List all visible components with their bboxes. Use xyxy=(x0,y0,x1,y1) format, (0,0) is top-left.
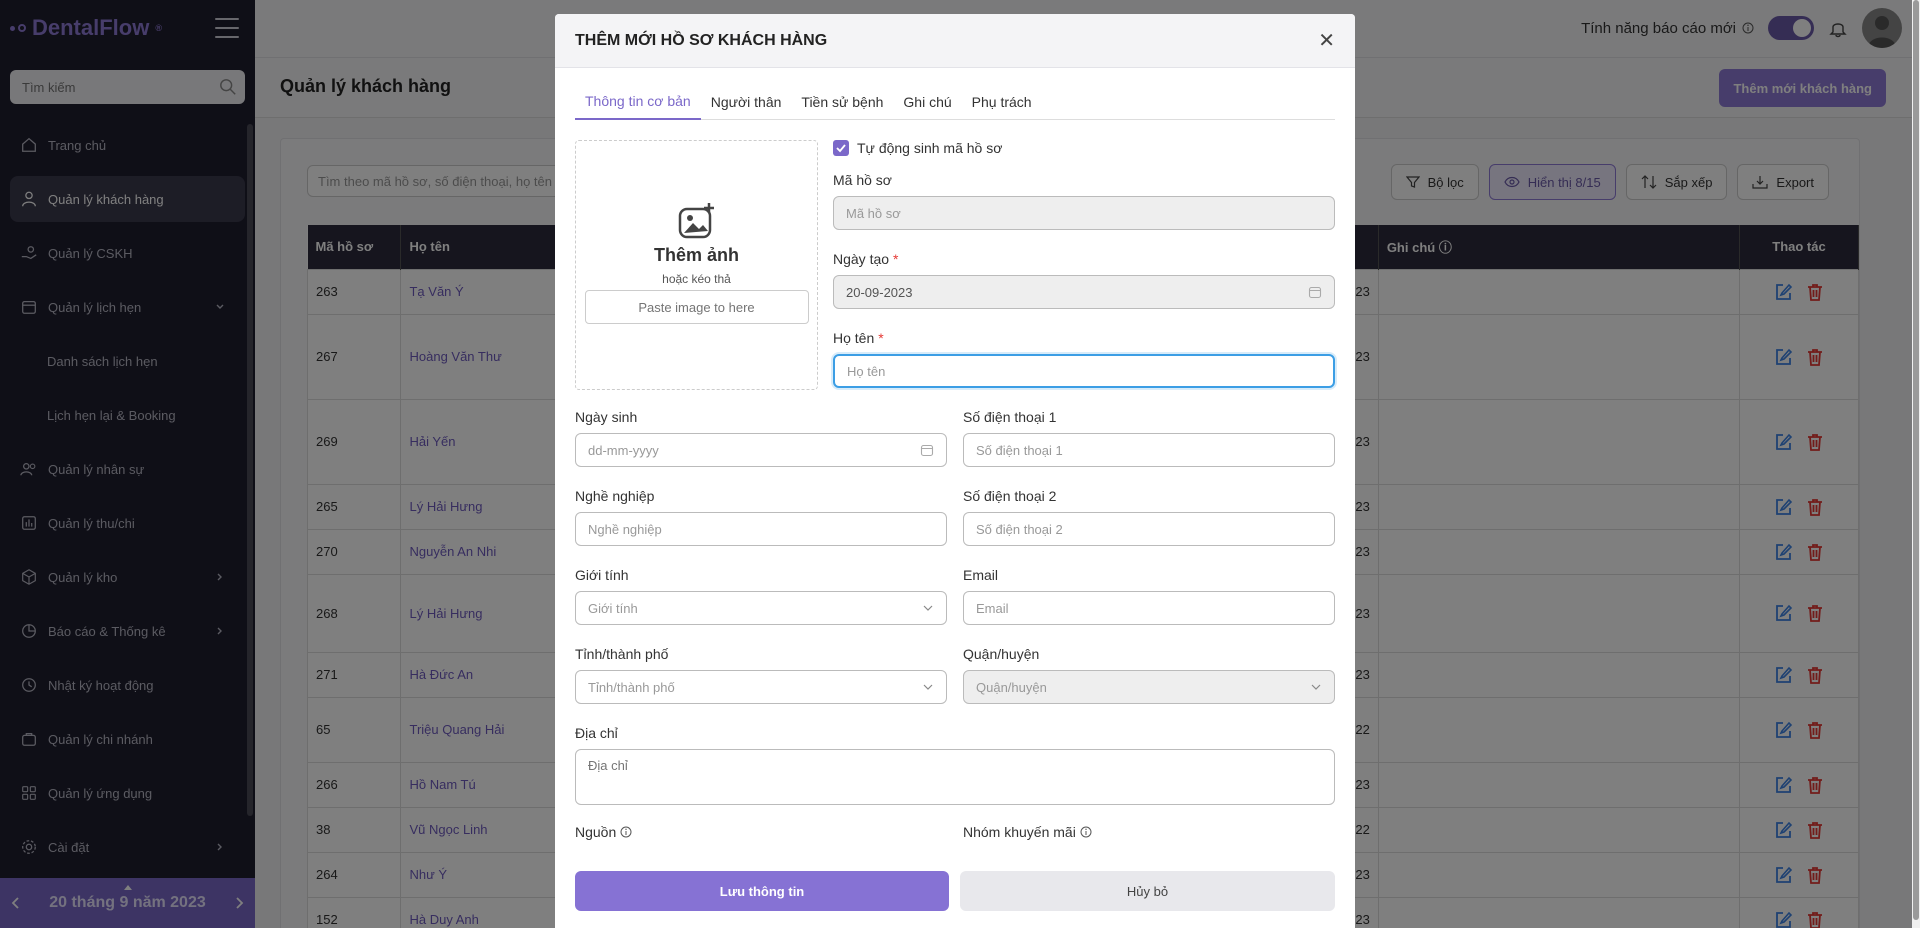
created-date-input[interactable]: 20-09-2023 xyxy=(833,275,1335,309)
address-label: Địa chỉ xyxy=(575,725,618,741)
created-label: Ngày tạo xyxy=(833,251,890,267)
gender-placeholder: Giới tính xyxy=(588,600,638,616)
modal-tabs: Thông tin cơ bản Người thân Tiền sử bệnh… xyxy=(575,84,1335,120)
created-date-value: 20-09-2023 xyxy=(846,284,913,300)
address-input[interactable] xyxy=(575,749,1335,805)
modal-title: THÊM MỚI HỒ SƠ KHÁCH HÀNG xyxy=(575,31,828,49)
page-scrollbar[interactable] xyxy=(1912,0,1920,928)
auto-code-label: Tự động sinh mã hồ sơ xyxy=(857,140,1003,156)
gender-label: Giới tính xyxy=(575,567,629,583)
chevron-down-icon xyxy=(923,605,933,611)
field-code: Mã hồ sơ Mã hồ sơ xyxy=(833,172,1335,230)
city-placeholder: Tỉnh/thành phố xyxy=(588,679,675,695)
gender-select[interactable]: Giới tính xyxy=(575,591,947,625)
upload-title: Thêm ảnh xyxy=(653,245,739,265)
paste-image-input[interactable] xyxy=(584,290,809,324)
cancel-button[interactable]: Hủy bỏ xyxy=(960,871,1335,911)
promo-label: Nhóm khuyến mãi xyxy=(963,824,1076,840)
field-city: Tỉnh/thành phố Tỉnh/thành phố xyxy=(575,646,947,704)
auto-code-checkbox[interactable]: Tự động sinh mã hồ sơ xyxy=(833,140,1002,156)
chevron-down-icon xyxy=(923,684,933,690)
source-label: Nguồn xyxy=(575,824,617,840)
field-district: Quận/huyện Quận/huyện xyxy=(963,646,1335,704)
job-label: Nghề nghiệp xyxy=(575,488,655,504)
field-promo: Nhóm khuyến mãi xyxy=(963,824,1335,848)
district-label: Quận/huyện xyxy=(963,646,1040,662)
field-gender: Giới tính Giới tính xyxy=(575,567,947,625)
field-phone2: Số điện thoại 2 Số điện thoại 2 xyxy=(963,488,1335,546)
upload-subtitle: hoặc kéo thả xyxy=(662,272,731,286)
district-select[interactable]: Quận/huyện xyxy=(963,670,1335,704)
chevron-down-icon xyxy=(1311,684,1321,690)
field-created: Ngày tạo * 20-09-2023 xyxy=(833,251,1335,309)
modal-footer: Lưu thông tin Hủy bỏ xyxy=(555,857,1355,928)
tab-relatives[interactable]: Người thân xyxy=(701,84,792,120)
calendar-icon[interactable] xyxy=(920,443,934,457)
dob-placeholder: dd-mm-yyyy xyxy=(588,442,659,458)
image-upload-area[interactable]: Thêm ảnh hoặc kéo thả xyxy=(575,140,818,390)
field-source: Nguồn xyxy=(575,824,947,848)
email-input[interactable]: Email xyxy=(963,591,1335,625)
code-input[interactable]: Mã hồ sơ xyxy=(833,196,1335,230)
save-button[interactable]: Lưu thông tin xyxy=(575,871,949,911)
field-job: Nghề nghiệp Nghề nghiệp xyxy=(575,488,947,546)
tab-basic-info[interactable]: Thông tin cơ bản xyxy=(575,84,701,120)
info-icon xyxy=(1080,826,1092,838)
field-email: Email Email xyxy=(963,567,1335,625)
add-image-icon xyxy=(678,203,714,239)
dob-input[interactable]: dd-mm-yyyy xyxy=(575,433,947,467)
add-customer-modal: THÊM MỚI HỒ SƠ KHÁCH HÀNG ✕ Thông tin cơ… xyxy=(555,14,1355,928)
phone1-input[interactable]: Số điện thoại 1 xyxy=(963,433,1335,467)
phone1-label: Số điện thoại 1 xyxy=(963,409,1057,425)
district-placeholder: Quận/huyện xyxy=(976,679,1047,695)
dob-label: Ngày sinh xyxy=(575,409,638,425)
field-phone1: Số điện thoại 1 Số điện thoại 1 xyxy=(963,409,1335,467)
field-name: Họ tên * Họ tên xyxy=(833,330,1335,388)
info-icon xyxy=(620,826,632,838)
close-icon[interactable]: ✕ xyxy=(1318,28,1335,53)
code-label: Mã hồ sơ xyxy=(833,172,892,188)
tab-medical-history[interactable]: Tiền sử bệnh xyxy=(791,84,893,120)
job-input[interactable]: Nghề nghiệp xyxy=(575,512,947,546)
name-label: Họ tên xyxy=(833,330,875,346)
field-address: Địa chỉ xyxy=(575,725,1335,805)
phone2-label: Số điện thoại 2 xyxy=(963,488,1057,504)
calendar-icon[interactable] xyxy=(1308,285,1322,299)
email-label: Email xyxy=(963,567,999,583)
name-input[interactable]: Họ tên xyxy=(833,354,1335,388)
city-select[interactable]: Tỉnh/thành phố xyxy=(575,670,947,704)
phone2-input[interactable]: Số điện thoại 2 xyxy=(963,512,1335,546)
field-dob: Ngày sinh dd-mm-yyyy xyxy=(575,409,947,467)
modal-header: THÊM MỚI HỒ SƠ KHÁCH HÀNG ✕ xyxy=(555,14,1355,68)
tab-in-charge[interactable]: Phụ trách xyxy=(962,84,1042,120)
city-label: Tỉnh/thành phố xyxy=(575,646,669,662)
checkbox-checked-icon[interactable] xyxy=(833,140,849,156)
tab-notes[interactable]: Ghi chú xyxy=(893,84,961,120)
